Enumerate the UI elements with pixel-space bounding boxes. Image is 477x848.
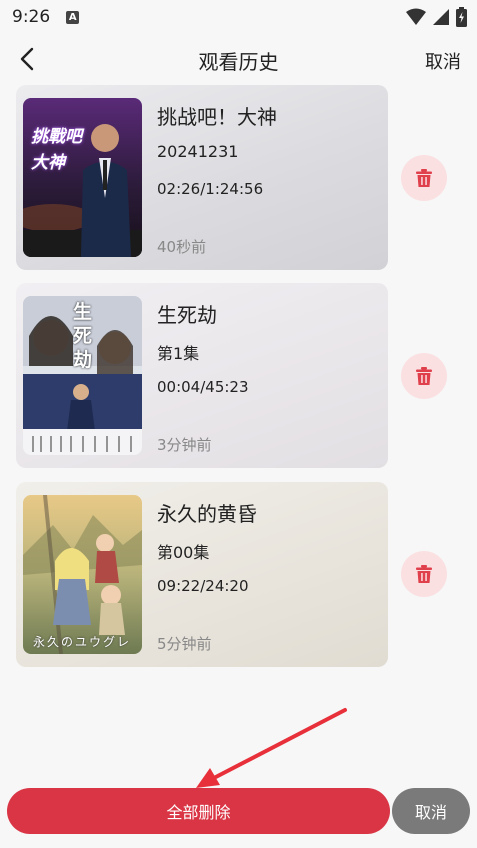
episode-label: 20241231: [157, 142, 239, 161]
episode-label: 第00集: [157, 543, 210, 562]
video-thumbnail: 挑戰吧 大神: [23, 98, 142, 257]
signal-icon: [433, 9, 449, 25]
notification-icon: A: [66, 10, 80, 24]
header-cancel-button[interactable]: 取消: [425, 48, 461, 74]
watched-time-ago: 3分钟前: [157, 436, 212, 454]
video-title: 永久的黄昏: [157, 502, 257, 526]
battery-icon: [456, 7, 467, 27]
delete-item-button[interactable]: [401, 353, 447, 399]
thumbnail-title-text: 生死劫: [73, 301, 93, 371]
status-time: 9:26: [12, 7, 51, 27]
trash-icon: [416, 169, 432, 187]
history-card[interactable]: 挑戰吧 大神 挑战吧！大神 20241231 02:26/1:24:56 40秒…: [16, 85, 388, 270]
watch-progress: 02:26/1:24:56: [157, 180, 264, 198]
video-title: 生死劫: [157, 303, 217, 327]
watched-time-ago: 40秒前: [157, 238, 207, 256]
status-indicators: [406, 7, 467, 27]
video-title: 挑战吧！大神: [157, 105, 277, 129]
delete-item-button[interactable]: [401, 551, 447, 597]
watched-time-ago: 5分钟前: [157, 635, 212, 653]
header: 观看历史 取消: [0, 38, 477, 80]
trash-icon: [416, 367, 432, 385]
trash-icon: [416, 565, 432, 583]
status-bar: 9:26 A: [0, 0, 477, 34]
watch-progress: 09:22/24:20: [157, 577, 249, 595]
history-card[interactable]: 生死劫 生死劫 第1集 00:04/45:23 3分钟前: [16, 283, 388, 468]
watch-progress: 00:04/45:23: [157, 378, 249, 396]
thumbnail-title-text: 挑戰吧 大神: [31, 127, 82, 173]
cancel-button[interactable]: 取消: [392, 788, 470, 834]
video-thumbnail: 永久のユウグレ: [23, 495, 142, 654]
delete-all-button[interactable]: 全部删除: [7, 788, 390, 834]
thumbnail-title-text: 永久のユウグレ: [33, 635, 132, 649]
video-thumbnail: 生死劫: [23, 296, 142, 455]
history-card[interactable]: 永久のユウグレ 永久的黄昏 第00集 09:22/24:20 5分钟前: [16, 482, 388, 667]
history-info: 永久的黄昏 第00集 09:22/24:20 5分钟前: [157, 482, 380, 667]
delete-item-button[interactable]: [401, 155, 447, 201]
wifi-icon: [406, 8, 426, 25]
episode-label: 第1集: [157, 344, 200, 363]
page-title: 观看历史: [198, 50, 279, 74]
history-info: 生死劫 第1集 00:04/45:23 3分钟前: [157, 283, 380, 468]
history-info: 挑战吧！大神 20241231 02:26/1:24:56 40秒前: [157, 85, 380, 270]
